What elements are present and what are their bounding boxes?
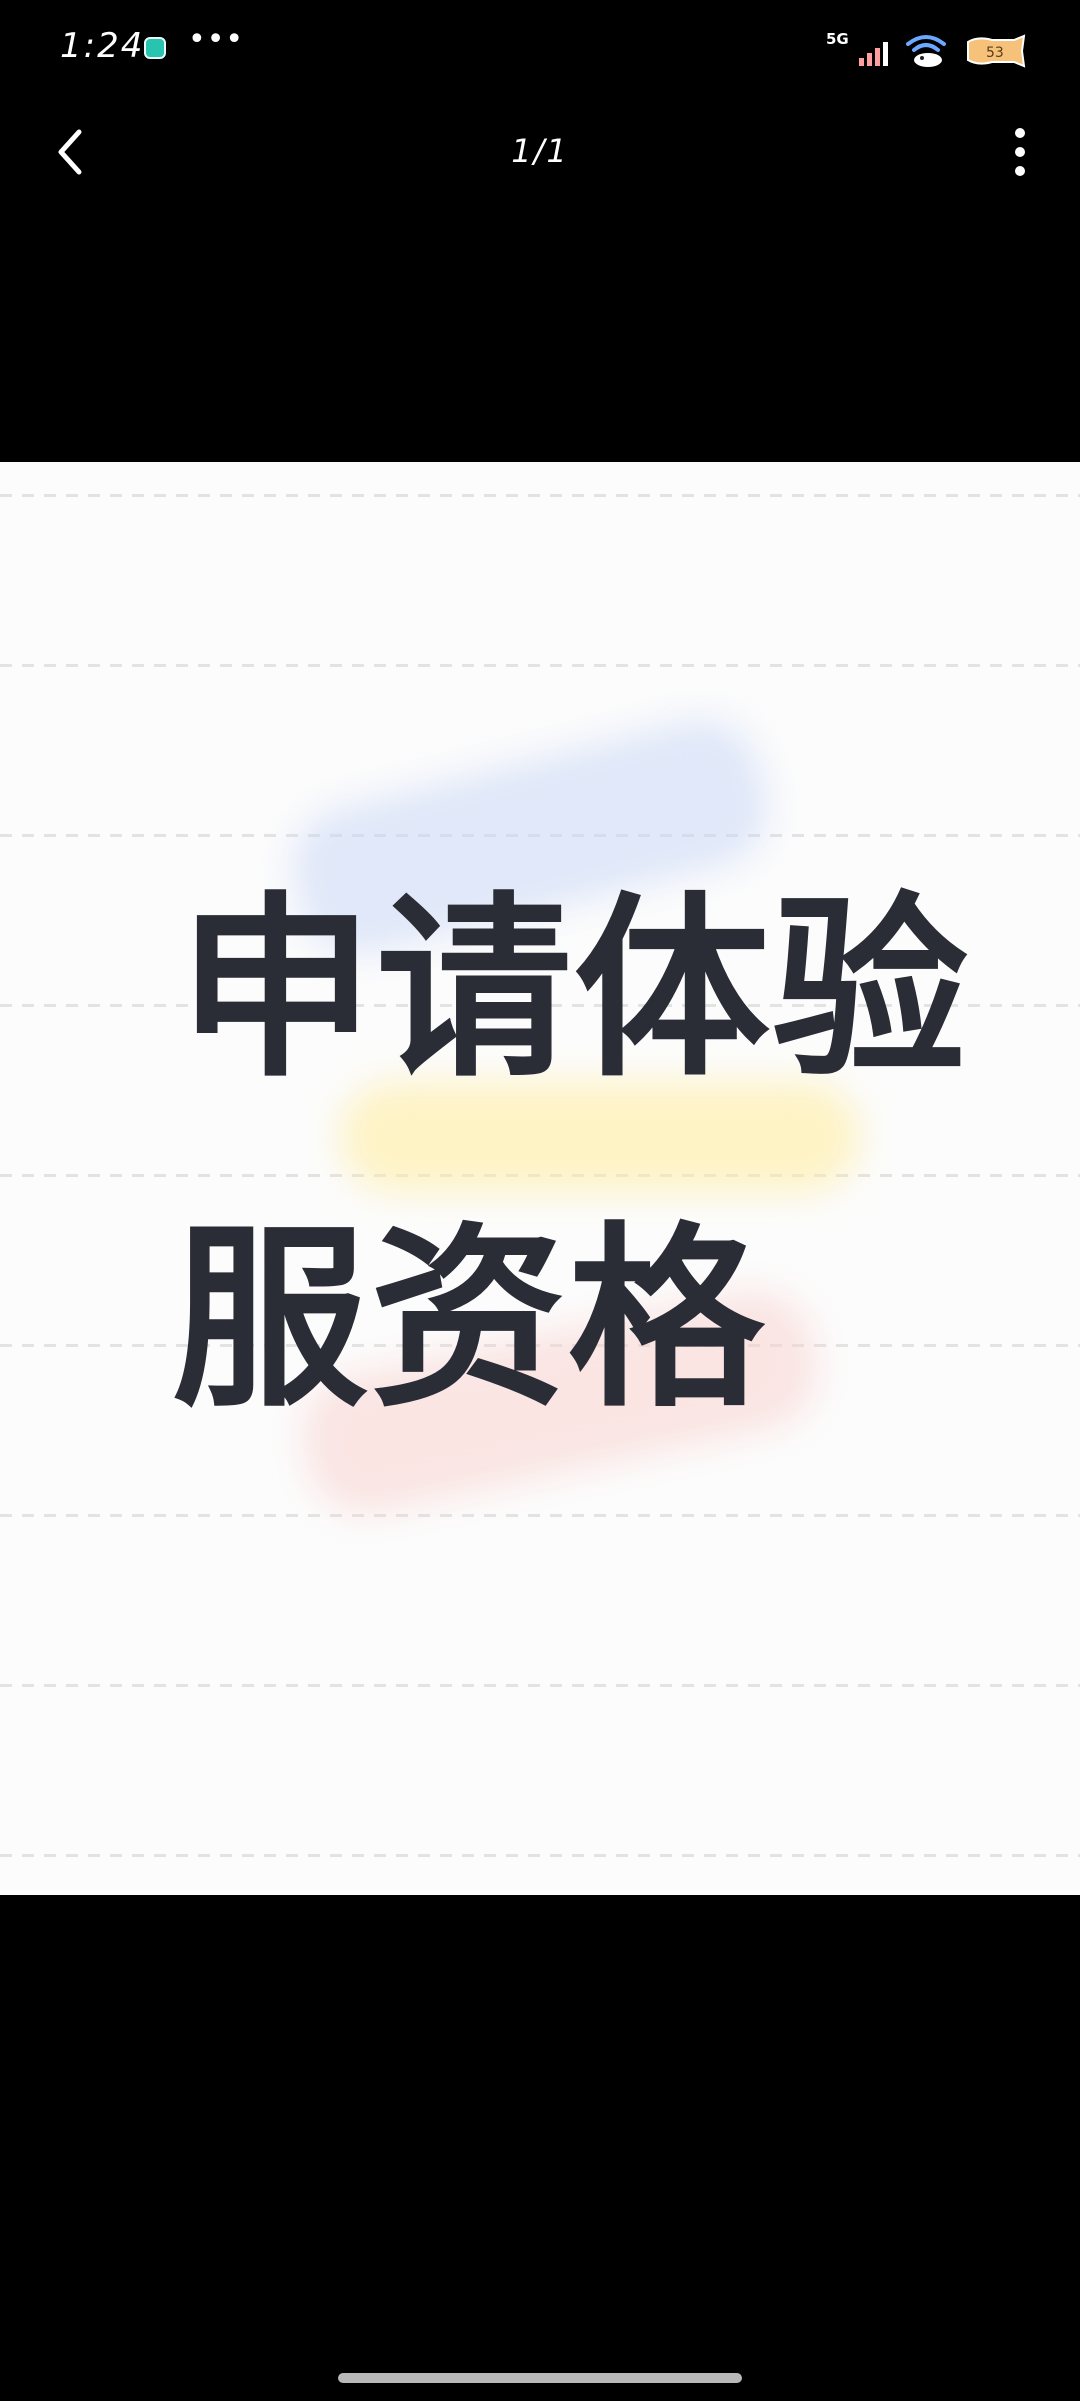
status-bar: 1:24 ••• 5G 53 (0, 0, 1080, 100)
wifi-icon (902, 32, 950, 68)
home-indicator[interactable] (338, 2373, 742, 2383)
battery-icon: 53 (964, 34, 1028, 68)
signal-bars-icon (859, 42, 888, 66)
app-notification-icon (144, 37, 166, 59)
status-icons: 5G 53 (826, 28, 1028, 68)
signal-icon: 5G (826, 30, 888, 68)
more-options-button[interactable] (990, 122, 1050, 182)
svg-text:53: 53 (986, 45, 1004, 61)
viewed-image[interactable]: 申请体验 服资格 (0, 462, 1080, 1895)
image-text-line-1: 申请体验 (178, 876, 971, 1104)
image-text-line-2: 服资格 (172, 1206, 767, 1434)
more-notifications-icon: ••• (188, 22, 245, 57)
status-time: 1:24 (60, 26, 145, 66)
vertical-dots-icon (1015, 128, 1025, 138)
viewer-toolbar: 1/1 (0, 110, 1080, 200)
network-type-label: 5G (826, 30, 849, 48)
page-counter: 1/1 (511, 132, 569, 170)
